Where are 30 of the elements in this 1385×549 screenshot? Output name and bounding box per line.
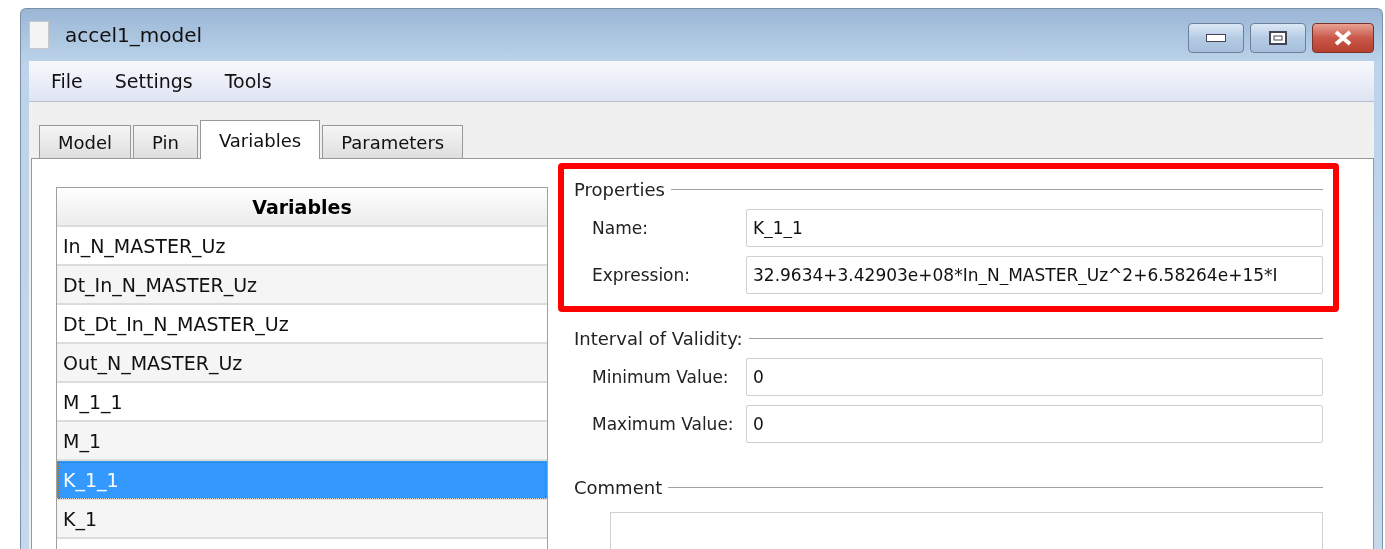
list-item[interactable]: Dt_In_N_MASTER_Uz xyxy=(57,266,547,305)
document-icon xyxy=(29,21,49,49)
maximize-icon xyxy=(1269,31,1287,45)
close-icon xyxy=(1333,30,1353,46)
group-title: Interval of Validity: xyxy=(574,328,743,349)
menu-item[interactable]: Tools xyxy=(208,70,288,92)
menu-item[interactable]: File xyxy=(35,70,99,92)
text-field[interactable]: K_1_1 xyxy=(746,209,1323,247)
group-title: Comment xyxy=(574,477,663,498)
group-title: Properties xyxy=(574,179,665,200)
list-item[interactable]: K_1 xyxy=(57,500,547,539)
field-label: Name: xyxy=(592,218,649,238)
minimize-icon xyxy=(1206,34,1226,42)
tab[interactable]: Model xyxy=(39,125,132,158)
maximize-button[interactable] xyxy=(1250,23,1306,53)
tab[interactable]: Pin xyxy=(133,125,198,158)
tab[interactable]: Parameters xyxy=(322,125,464,158)
field-label: Minimum Value: xyxy=(592,367,730,387)
text-field[interactable]: 32.9634+3.42903e+08*In_N_MASTER_Uz^2+6.58264e+15*I xyxy=(746,256,1323,294)
field-label: Expression: xyxy=(592,265,691,285)
tab[interactable]: Variables xyxy=(199,120,321,159)
list-item[interactable]: Out_N_MASTER_Uz xyxy=(57,344,547,383)
text-field[interactable]: 0 xyxy=(746,405,1323,443)
minimize-button[interactable] xyxy=(1188,23,1244,53)
close-button[interactable] xyxy=(1312,23,1374,53)
menu-item[interactable]: Settings xyxy=(98,70,209,92)
field-label: Maximum Value: xyxy=(592,414,735,434)
text-field[interactable]: 0 xyxy=(746,358,1323,396)
list-item[interactable]: M_1 xyxy=(57,422,547,461)
window-title: accel1_model xyxy=(65,23,204,47)
